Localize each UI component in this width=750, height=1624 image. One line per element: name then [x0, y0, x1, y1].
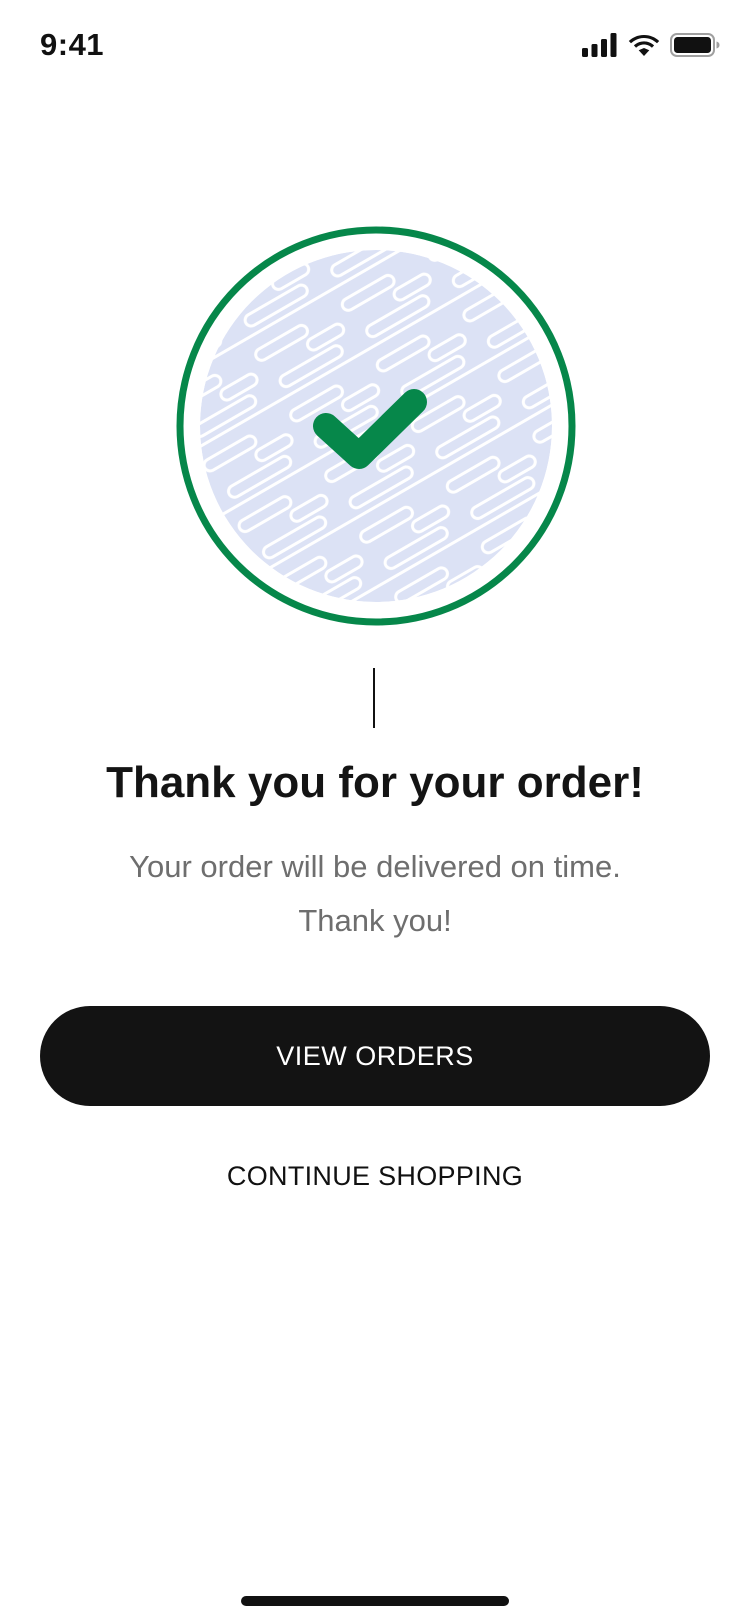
confirmation-message-line-2: Thank you!	[298, 903, 452, 938]
text-cursor	[373, 668, 375, 728]
battery-icon	[670, 33, 720, 57]
status-time: 9:41	[40, 27, 105, 62]
continue-shopping-button[interactable]: CONTINUE SHOPPING	[175, 1146, 575, 1206]
view-orders-button[interactable]: VIEW ORDERS	[40, 1006, 710, 1106]
confirmation-message-line-1: Your order will be delivered on time.	[129, 849, 621, 884]
page-title: Thank you for your order!	[106, 758, 644, 807]
home-indicator[interactable]	[241, 1596, 509, 1606]
confirmation-message: Your order will be delivered on time. Th…	[0, 840, 750, 948]
status-bar: 9:41	[0, 0, 750, 96]
success-illustration	[176, 226, 576, 626]
cellular-signal-icon	[582, 33, 617, 57]
status-icons	[582, 33, 720, 57]
wifi-icon	[628, 35, 660, 56]
